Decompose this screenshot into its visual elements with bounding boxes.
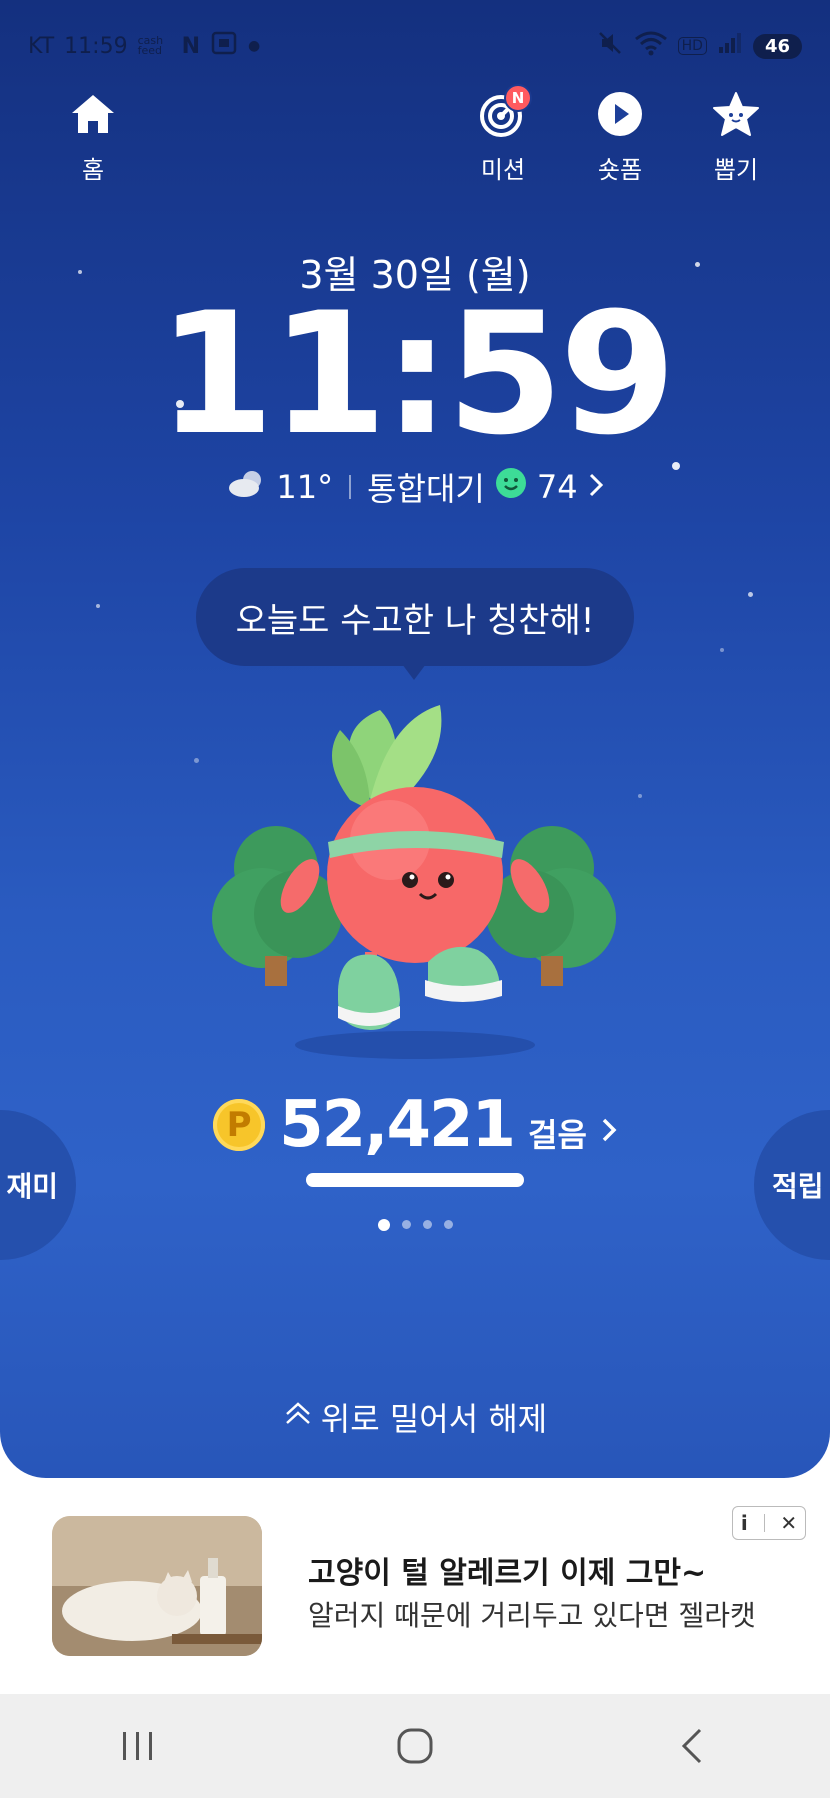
star-decoration — [194, 758, 199, 763]
page-dot — [401, 1220, 411, 1229]
steps-counter[interactable]: P 52,421 걸음 — [0, 1088, 830, 1162]
steps-value: 52,421 — [279, 1088, 516, 1162]
back-icon — [681, 1728, 701, 1764]
mute-icon — [596, 29, 624, 63]
page-indicator — [0, 1219, 830, 1231]
cloud-icon — [226, 468, 266, 506]
wifi-icon — [634, 29, 668, 63]
ad-subtitle: 알러지 때문에 거리두고 있다면 젤라캣 — [308, 1599, 756, 1632]
dot-icon: ● — [248, 38, 261, 54]
speech-bubble-tail — [402, 664, 426, 680]
nav-shorts-label: 숏폼 — [597, 156, 643, 184]
point-coin-icon: P — [213, 1099, 266, 1151]
cashfeed-icon: cash feed — [137, 34, 164, 57]
air-quality-label: 통합대기 — [367, 470, 485, 508]
ad-banner[interactable]: 고양이 털 알레르기 이제 그만~ 알러지 때문에 거리두고 있다면 젤라캣 i… — [0, 1478, 830, 1694]
nav-draw-label: 뽑기 — [713, 156, 759, 184]
home-circle-icon — [397, 1728, 433, 1764]
lock-clock: 11:59 — [157, 276, 677, 472]
air-quality-value: 74 — [536, 468, 578, 506]
star-decoration — [638, 794, 642, 798]
signal-icon — [717, 31, 743, 61]
home-icon — [38, 84, 148, 144]
hd-icon: HD — [677, 37, 707, 55]
system-nav-bar — [0, 1694, 830, 1798]
ad-image[interactable] — [52, 1516, 262, 1656]
earn-tab-label: 적립 — [772, 1170, 824, 1203]
steps-progress-bar — [306, 1173, 524, 1187]
carrier-label: KT — [28, 33, 55, 59]
star-icon — [681, 84, 791, 144]
lock-screen: KT 11:59 cash feed N ● HD 46 홈 N 미션 숏폼 뽑… — [0, 0, 830, 1478]
nav-shorts[interactable]: 숏폼 — [565, 84, 675, 185]
nav-draw[interactable]: 뽑기 — [681, 84, 791, 185]
nav-mission-label: 미션 — [480, 156, 526, 184]
swipe-unlock-hint[interactable]: 위로 밀어서 해제 — [0, 1394, 830, 1440]
status-time: 11:59 — [64, 33, 128, 59]
weather-row[interactable]: 11° 통합대기 74 — [0, 464, 830, 510]
fun-tab-label: 재미 — [6, 1170, 58, 1203]
recent-apps-button[interactable] — [78, 1706, 198, 1786]
speech-bubble: 오늘도 수고한 나 칭찬해! — [196, 568, 634, 666]
mission-badge: N — [504, 84, 532, 112]
ad-controls: i ✕ — [732, 1506, 806, 1540]
smile-icon — [495, 467, 527, 507]
back-button[interactable] — [632, 1706, 752, 1786]
star-decoration — [96, 604, 100, 608]
nav-mission[interactable]: N 미션 — [448, 84, 558, 185]
nav-home[interactable]: 홈 — [38, 84, 148, 185]
screenshot-icon — [210, 30, 238, 62]
divider — [349, 475, 352, 499]
page-dot — [422, 1220, 432, 1229]
home-button[interactable] — [355, 1706, 475, 1786]
info-icon[interactable]: i — [741, 1511, 748, 1535]
chevron-right-icon — [588, 468, 604, 506]
target-icon: N — [448, 84, 558, 144]
battery-indicator: 46 — [752, 33, 802, 59]
recent-apps-icon — [123, 1732, 153, 1760]
star-decoration — [748, 592, 753, 597]
play-icon — [565, 84, 675, 144]
page-dot — [377, 1219, 390, 1231]
chevron-right-icon — [601, 1116, 617, 1148]
page-dot — [443, 1220, 453, 1229]
radish-mascot-illustration[interactable] — [210, 700, 620, 1080]
steps-unit: 걸음 — [528, 1116, 587, 1154]
nfc-icon: N — [181, 33, 200, 59]
unlock-text: 위로 밀어서 해제 — [320, 1400, 548, 1438]
temperature: 11° — [276, 468, 334, 506]
divider — [763, 1514, 765, 1532]
ad-title: 고양이 털 알레르기 이제 그만~ — [308, 1556, 707, 1591]
status-bar: KT 11:59 cash feed N ● HD 46 — [28, 26, 802, 66]
nav-home-label: 홈 — [81, 156, 105, 184]
star-decoration — [720, 648, 724, 652]
close-icon[interactable]: ✕ — [780, 1511, 797, 1535]
double-chevron-up-icon — [283, 1398, 313, 1436]
